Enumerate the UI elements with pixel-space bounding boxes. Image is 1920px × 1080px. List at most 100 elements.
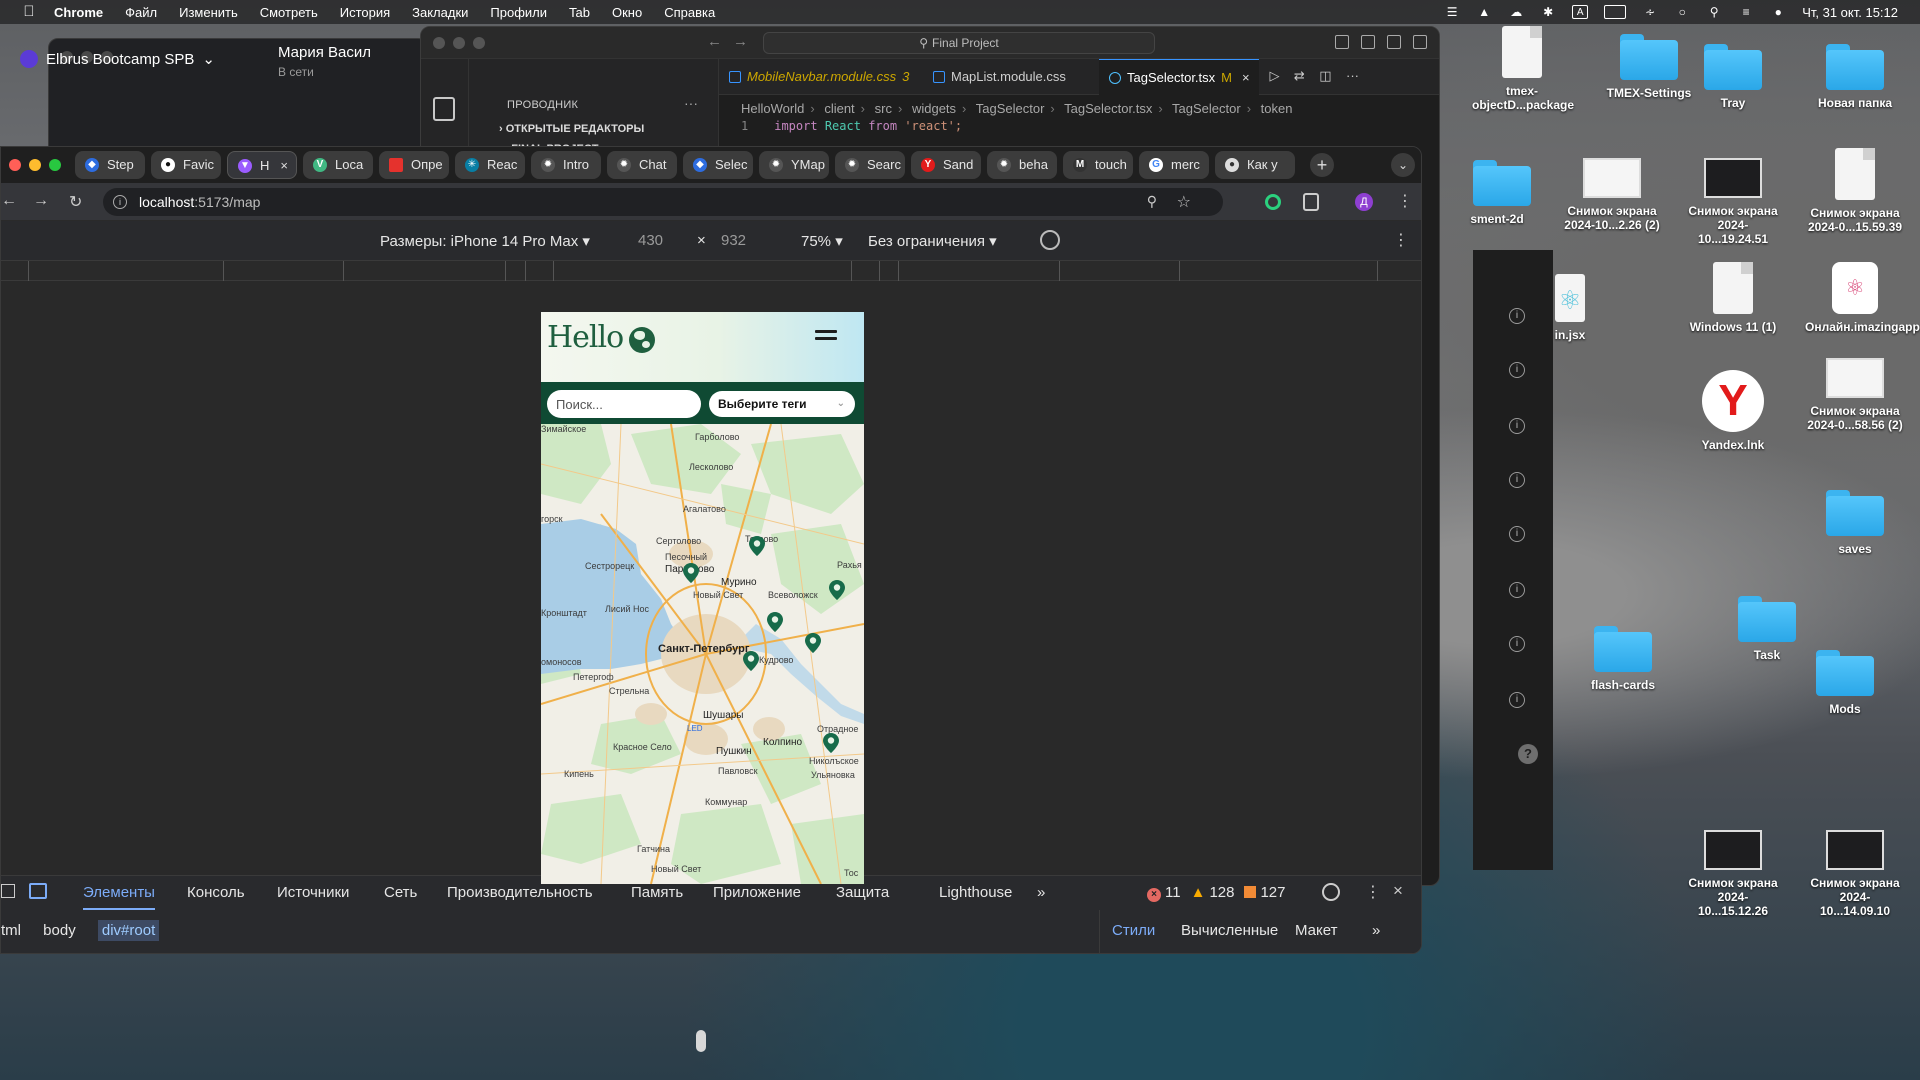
zoom-select[interactable]: 75% ▾ — [801, 232, 843, 250]
control-center-icon[interactable]: ≡ — [1738, 5, 1754, 19]
map-view[interactable]: Зимайское Гарболово Лесколово Агалатово … — [541, 424, 864, 884]
desktop-screenshot[interactable]: Снимок экрана 2024-10...19.24.51 — [1683, 158, 1783, 246]
desktop-folder-flash-cards[interactable]: flash-cards — [1573, 626, 1673, 692]
code-editor[interactable]: 1 import React from 'react'; — [741, 119, 962, 133]
map-marker-icon[interactable] — [829, 580, 845, 600]
device-height-input[interactable]: 932 — [721, 232, 746, 249]
tab-tagselector-tsx[interactable]: TagSelector.tsx M × — [1099, 59, 1259, 95]
tab-network[interactable]: Сеть — [384, 884, 417, 901]
menu-profiles[interactable]: Профили — [490, 5, 547, 20]
dom-crumb-selected[interactable]: div#root — [97, 920, 160, 941]
browser-tab[interactable]: ● Favic — [151, 151, 221, 179]
keyboard-layout-icon[interactable]: A — [1572, 5, 1589, 19]
desktop-file-main-jsx[interactable]: ⚛ in.jsx — [1545, 274, 1595, 342]
site-info-icon[interactable]: i — [113, 195, 127, 209]
info-icon[interactable]: i — [1509, 418, 1525, 434]
dom-crumb[interactable]: body — [43, 922, 76, 939]
info-icon[interactable]: i — [1509, 472, 1525, 488]
map-marker-icon[interactable] — [767, 612, 783, 632]
browser-tab[interactable]: Gmerc — [1139, 151, 1209, 179]
breadcrumb-item[interactable]: TagSelector — [976, 101, 1045, 116]
desktop-folder-sment-2d[interactable]: sment-2d — [1462, 160, 1532, 226]
address-bar[interactable]: i localhost:5173/map ⚲ ☆ — [103, 188, 1223, 216]
close-tab-icon[interactable]: × — [280, 152, 288, 178]
desktop-file-tmex-object[interactable]: tmex-objectD...package — [1472, 26, 1574, 112]
apple-menu-icon[interactable]:  — [20, 3, 38, 21]
rotate-icon[interactable] — [1040, 230, 1060, 250]
menu-edit[interactable]: Изменить — [179, 5, 238, 20]
desktop-file-imazing[interactable]: ⚛ Онлайн.imazingapp — [1805, 262, 1920, 334]
toggle-secondary-sidebar-icon[interactable] — [1387, 35, 1401, 49]
dom-crumb[interactable]: tml — [1, 922, 21, 939]
desktop-yandex-shortcut[interactable]: Y Yandex.lnk — [1683, 370, 1783, 452]
map-marker-icon[interactable] — [823, 733, 839, 753]
browser-tab[interactable]: ◆ Step — [75, 151, 145, 179]
breadcrumb-item[interactable]: widgets — [912, 101, 956, 116]
browser-tab[interactable]: ◆ Selec — [683, 151, 753, 179]
browser-tab[interactable]: Опре — [379, 151, 449, 179]
tab-console[interactable]: Консоль — [187, 884, 245, 901]
browser-tab[interactable]: Mtouch — [1063, 151, 1133, 179]
more-tabs-chevron-icon[interactable]: » — [1037, 884, 1045, 901]
map-marker-icon[interactable] — [683, 563, 699, 583]
menu-help[interactable]: Справка — [664, 5, 715, 20]
map-marker-icon[interactable] — [743, 651, 759, 671]
tab-elements[interactable]: Элементы — [83, 884, 155, 910]
tab-lighthouse[interactable]: Lighthouse — [939, 884, 1012, 901]
close-window-icon[interactable] — [9, 159, 21, 171]
browser-tab[interactable]: ✹ Searc — [835, 151, 905, 179]
settings-gear-icon[interactable] — [1322, 883, 1340, 901]
info-icon[interactable]: i — [1509, 308, 1525, 324]
new-tab-button[interactable]: + — [1310, 153, 1334, 177]
back-arrow-icon[interactable]: ← — [707, 33, 722, 50]
close-tab-icon[interactable]: × — [1242, 70, 1250, 85]
more-actions-icon[interactable]: ··· — [1346, 68, 1359, 83]
desktop-folder-tray[interactable]: Tray — [1683, 44, 1783, 110]
menu-history[interactable]: История — [340, 5, 390, 20]
wifi-icon[interactable]: ∻ — [1642, 5, 1658, 19]
browser-tab[interactable]: Y Sand — [911, 151, 981, 179]
browser-tab[interactable]: V Loca — [303, 151, 373, 179]
bookmark-star-icon[interactable]: ☆ — [1177, 192, 1191, 212]
spotlight-search-icon[interactable]: ⚲ — [1706, 5, 1722, 19]
browser-tab[interactable]: ✳ Reac — [455, 151, 525, 179]
menu-clock[interactable]: Чт, 31 окт. 15:12 — [1802, 5, 1898, 20]
breadcrumb-item[interactable]: TagSelector — [1172, 101, 1241, 116]
more-side-tabs-chevron-icon[interactable]: » — [1372, 922, 1380, 939]
desktop-folder-mods[interactable]: Mods — [1795, 650, 1895, 716]
desktop-screenshot[interactable]: Снимок экрана 2024-0...15.59.39 — [1805, 148, 1905, 234]
info-icon[interactable]: i — [1509, 692, 1525, 708]
browser-tab[interactable]: ✹ Chat — [607, 151, 677, 179]
inspect-element-icon[interactable] — [1, 884, 15, 898]
close-devtools-icon[interactable]: × — [1393, 881, 1403, 901]
device-width-input[interactable]: 430 — [638, 232, 663, 249]
menu-bookmarks[interactable]: Закладки — [412, 5, 468, 20]
workspace-switcher[interactable]: Elbrus Bootcamp SPB ⌄ — [20, 50, 215, 68]
desktop-screenshot[interactable]: Снимок экрана 2024-10...14.09.10 — [1805, 830, 1905, 918]
app-logo-text[interactable]: Hello — [547, 320, 624, 355]
tab-layout[interactable]: Макет — [1295, 922, 1337, 939]
back-arrow-icon[interactable]: ← — [1, 192, 17, 210]
device-select[interactable]: Размеры: iPhone 14 Pro Max ▾ — [380, 232, 590, 250]
explorer-icon[interactable] — [433, 97, 455, 121]
menu-tab[interactable]: Tab — [569, 5, 590, 20]
breadcrumb-item[interactable]: client — [824, 101, 854, 116]
cloud-icon[interactable]: ☁ — [1508, 5, 1524, 19]
tab-mobile-navbar-css[interactable]: MobileNavbar.module.css 3 — [719, 59, 923, 95]
desktop-screenshot[interactable]: Снимок экрана 2024-10...2.26 (2) — [1562, 158, 1662, 232]
open-editors-section[interactable]: › ОТКРЫТЫЕ РЕДАКТОРЫ — [499, 123, 644, 135]
command-center-search[interactable]: ⚲ Final Project — [763, 32, 1155, 54]
tab-memory[interactable]: Память — [631, 884, 683, 901]
more-options-kebab-icon[interactable]: ⋮ — [1393, 230, 1409, 250]
mountain-icon[interactable]: ▲ — [1476, 5, 1492, 19]
menu-view[interactable]: Смотреть — [260, 5, 318, 20]
desktop-folder-saves[interactable]: saves — [1805, 490, 1905, 556]
info-icon[interactable]: i — [1509, 362, 1525, 378]
desktop-screenshot[interactable]: Снимок экрана 2024-10...15.12.26 — [1683, 830, 1783, 918]
tab-sources[interactable]: Источники — [277, 884, 349, 901]
extensions-puzzle-icon[interactable] — [1303, 193, 1319, 211]
desktop-screenshot[interactable]: Снимок экрана 2024-0...58.56 (2) — [1805, 358, 1905, 432]
breadcrumb-item[interactable]: HelloWorld — [741, 101, 804, 116]
search-input[interactable] — [547, 390, 701, 418]
user-switch-icon[interactable]: ○ — [1674, 5, 1690, 19]
